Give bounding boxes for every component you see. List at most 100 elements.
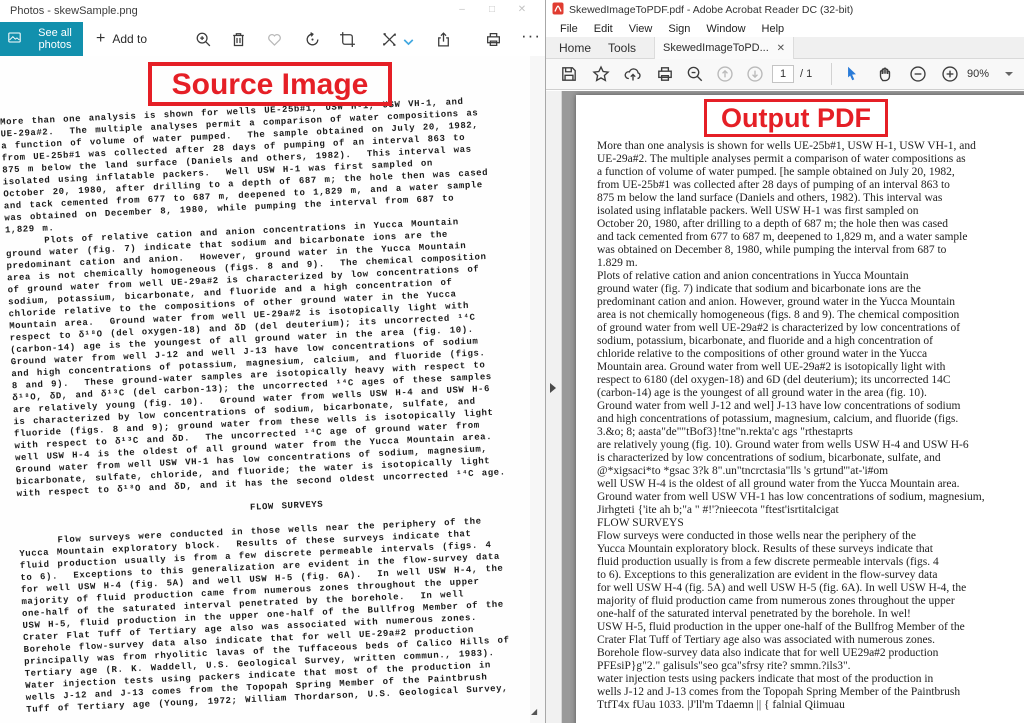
pdf-page: Output PDF More than one analysis is sho… <box>576 95 1024 723</box>
pdf-text-line: are relatively young (fig. 10). Ground w… <box>597 439 1024 452</box>
pdf-text-line: of ground water from well UE-29a#2 is ch… <box>597 322 1024 335</box>
next-page-icon[interactable] <box>746 65 764 83</box>
pdf-text-line: Yucca Mountain exploratory block. Result… <box>597 543 1024 556</box>
page-number-input[interactable]: 1 <box>772 65 794 83</box>
photos-toolbar: See all photos + Add to <box>0 22 545 56</box>
edit-dropdown-chevron-icon[interactable] <box>400 34 417 51</box>
pdf-text-line: well USW H-4 is the oldest of all ground… <box>597 478 1024 491</box>
pdf-text-line: FLOW SURVEYS <box>597 517 1024 530</box>
hand-tool-icon[interactable] <box>876 65 894 83</box>
cloud-upload-icon[interactable] <box>624 65 642 83</box>
see-all-photos-label: See all photos <box>27 27 83 51</box>
pdf-text-line: UE-29a#2. The multiple analyses permit a… <box>597 153 1024 166</box>
menu-view[interactable]: View <box>621 23 661 35</box>
expand-pane-arrow-icon[interactable] <box>550 383 556 393</box>
edit-create-icon[interactable] <box>381 31 398 48</box>
tab-home[interactable]: Home <box>559 37 591 59</box>
pdf-text-line: 3.&o; 8; aasta"de""tBof3}!tne"n.rekta'c … <box>597 426 1024 439</box>
pdf-text-line: USW H-5, fluid production in the upper o… <box>597 621 1024 634</box>
pdf-text-line: and tack cemented from 677 to 687 m, dee… <box>597 231 1024 244</box>
pdf-text-line: area is not chemically homogeneous (figs… <box>597 309 1024 322</box>
pdf-text-line: respect to 6180 (del oxygen-18) and 6D (… <box>597 374 1024 387</box>
zoom-icon[interactable] <box>195 31 212 48</box>
zoom-out-icon[interactable] <box>909 65 927 83</box>
acrobat-titlebar: SkewedImageToPDF.pdf - Adobe Acrobat Rea… <box>546 0 1024 20</box>
tab-tools[interactable]: Tools <box>608 37 636 59</box>
navigation-pane-collapsed[interactable] <box>546 91 562 723</box>
more-options-icon[interactable]: ··· <box>521 26 541 46</box>
star-icon[interactable] <box>592 65 610 83</box>
zoom-level-select[interactable]: 90% <box>967 65 989 83</box>
rotate-icon[interactable] <box>304 31 321 48</box>
maximize-button[interactable]: □ <box>477 0 507 22</box>
pdf-text-line: a function of volume of water pumped. [h… <box>597 166 1024 179</box>
pdf-document-text: More than one analysis is shown for well… <box>597 140 1024 712</box>
delete-icon[interactable] <box>230 31 247 48</box>
screen: Photos - skewSample.png – □ ✕ See all ph… <box>0 0 1024 723</box>
acrobat-window: SkewedImageToPDF.pdf - Adobe Acrobat Rea… <box>545 0 1024 723</box>
source-image-annotation: Source Image <box>148 62 392 106</box>
pdf-text-line: More than one analysis is shown for well… <box>597 140 1024 153</box>
pdf-text-line: @*xigsaci*to *gsac 3?k 8".un"tncrctasia"… <box>597 465 1024 478</box>
pdf-text-line: 875 m below the land surface (Daniels an… <box>597 192 1024 205</box>
pdf-text-line: from UE-25b#1 was collected after 28 day… <box>597 179 1024 192</box>
menu-help[interactable]: Help <box>754 23 793 35</box>
pdf-text-line: 1.829 m. <box>597 257 1024 270</box>
pdf-text-line: fluid production usually is from a few d… <box>597 556 1024 569</box>
menu-file[interactable]: File <box>552 23 586 35</box>
see-all-photos-button[interactable]: See all photos <box>0 22 83 56</box>
scanned-image: Source Image More than one analysis is s… <box>0 56 530 723</box>
pdf-text-line: Borehole flow-survey data also indicate … <box>597 647 1024 660</box>
acrobat-window-title: SkewedImageToPDF.pdf - Adobe Acrobat Rea… <box>569 4 853 16</box>
select-tool-icon[interactable] <box>843 65 861 83</box>
plus-icon: + <box>96 30 105 48</box>
zoom-dropdown-caret-icon[interactable] <box>1005 72 1013 76</box>
zoom-in-icon[interactable] <box>941 65 959 83</box>
pdf-text-line: wells J-12 and J-13 comes from the Topop… <box>597 686 1024 699</box>
share-icon[interactable] <box>435 31 452 48</box>
photos-window: Photos - skewSample.png – □ ✕ See all ph… <box>0 0 545 723</box>
pdf-text-line: Plots of relative cation and anion conce… <box>597 270 1024 283</box>
search-icon[interactable] <box>686 65 704 83</box>
tab-document[interactable]: SkewedImageToPD... ✕ <box>654 37 794 59</box>
pdf-text-line: Ground water from well USW VH-1 has low … <box>597 491 1024 504</box>
pdf-view-area: Output PDF More than one analysis is sho… <box>546 91 1024 723</box>
tab-document-label: SkewedImageToPD... <box>663 38 769 59</box>
pdf-text-line: sodium, potassium, bicarbonate, and fluo… <box>597 335 1024 348</box>
pdf-file-icon <box>552 2 564 18</box>
menu-sign[interactable]: Sign <box>660 23 698 35</box>
photo-view-area: Source Image More than one analysis is s… <box>0 56 545 723</box>
close-button[interactable]: ✕ <box>507 0 537 22</box>
pdf-text-line: chloride relative to the compositions of… <box>597 348 1024 361</box>
pdf-text-line: to 6). Exceptions to this generalization… <box>597 569 1024 582</box>
add-to-label: Add to <box>112 32 147 46</box>
pdf-text-line: TtfT4x fUau 1033. |J'll'm Tdaemn || { fa… <box>597 699 1024 712</box>
pdf-text-line: Flow surveys were conducted in those wel… <box>597 530 1024 543</box>
toolbar-divider <box>831 63 832 85</box>
photos-window-title: Photos - skewSample.png <box>10 5 138 17</box>
print-icon[interactable] <box>656 65 674 83</box>
pdf-text-line: Crater Flat Tuff of Tertiary age also wa… <box>597 634 1024 647</box>
menu-window[interactable]: Window <box>698 23 753 35</box>
photos-titlebar: Photos - skewSample.png – □ ✕ <box>0 0 545 22</box>
photo-gallery-icon <box>8 31 21 47</box>
pdf-text-line: ground water (fig. 7) indicate that sodi… <box>597 283 1024 296</box>
pdf-text-line: Ground water from well J-12 and wel] J-1… <box>597 400 1024 413</box>
minimize-button[interactable]: – <box>447 0 477 22</box>
pdf-text-line: for well USW H-4 (fig. 5A) and well USW … <box>597 582 1024 595</box>
pdf-text-line: predominant cation and anion. However, g… <box>597 296 1024 309</box>
output-pdf-annotation: Output PDF <box>704 99 888 137</box>
favorite-heart-icon[interactable] <box>266 31 283 48</box>
add-to-button[interactable]: + Add to <box>96 22 147 56</box>
scroll-corner-icon[interactable]: ◢ <box>531 707 537 716</box>
tab-close-icon[interactable]: ✕ <box>777 38 785 59</box>
print-icon[interactable] <box>485 31 502 48</box>
pdf-text-line: PFEsiP}g"2." galisuls"seo gca"sfrsy rite… <box>597 660 1024 673</box>
crop-icon[interactable] <box>339 31 356 48</box>
previous-page-icon[interactable] <box>716 65 734 83</box>
pdf-text-line: Jirhgteti {'ite ah b;"a " #!'?nieecota "… <box>597 504 1024 517</box>
menu-edit[interactable]: Edit <box>586 23 621 35</box>
save-icon[interactable] <box>560 65 578 83</box>
pdf-text-line: (carbon-14) age is the youngest of all g… <box>597 387 1024 400</box>
acrobat-tabbar: Home Tools SkewedImageToPD... ✕ <box>546 37 1024 59</box>
